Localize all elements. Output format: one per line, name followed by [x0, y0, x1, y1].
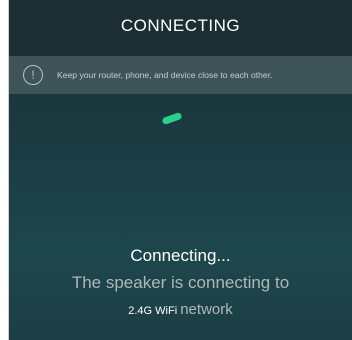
loading-indicator [161, 111, 183, 126]
wifi-band-label: 2.4G WiFi [128, 305, 178, 317]
notice-banner: ! Keep your router, phone, and device cl… [9, 56, 352, 94]
status-network-line: 2.4G WiFi network [9, 301, 352, 318]
connecting-screen: CONNECTING ! Keep your router, phone, an… [8, 0, 352, 340]
title-bar: CONNECTING [9, 0, 352, 56]
page-title: CONNECTING [120, 16, 241, 35]
notice-text: Keep your router, phone, and device clos… [57, 70, 273, 80]
network-word: network [180, 301, 233, 318]
status-message: The speaker is connecting to [71, 273, 290, 292]
status-title: Connecting... [130, 246, 231, 265]
exclamation-circle-icon: ! [23, 65, 43, 85]
